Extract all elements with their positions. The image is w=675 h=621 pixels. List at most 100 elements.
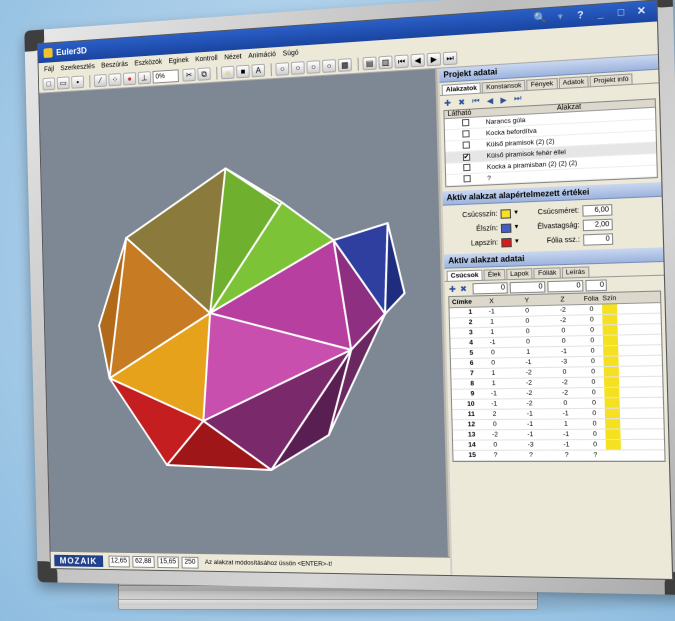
color-tool-icon[interactable]: ●	[123, 72, 137, 86]
edge-thickness-input[interactable]: 2,00	[582, 218, 613, 231]
color-cell	[603, 356, 619, 367]
status-hint: Az alakzat módosításához üssön <ENTER>-t…	[204, 558, 333, 568]
menu-control[interactable]: Kontroll	[195, 55, 218, 63]
tab-description[interactable]: Leírás	[561, 266, 590, 278]
coord-x-input[interactable]: 12,65	[107, 555, 130, 568]
save-icon[interactable]: ▪	[71, 75, 85, 89]
table-row[interactable]: 13 -2 -1 -1 0	[452, 429, 664, 441]
close-button[interactable]: ✕	[633, 4, 651, 20]
side-panel: Projekt adatai Alakzatok Konstansok Fény…	[439, 55, 673, 579]
filter-z-input[interactable]: 0	[547, 279, 584, 292]
vertex-color-swatch[interactable]	[500, 208, 512, 219]
zoom-input[interactable]: 0%	[152, 69, 179, 84]
tab-lights[interactable]: Fények	[526, 77, 558, 91]
remove-icon[interactable]: ✖	[460, 284, 467, 293]
menu-edit[interactable]: Szerkesztés	[60, 63, 95, 72]
coord-y-input[interactable]: 62,88	[132, 555, 155, 568]
minimize-button[interactable]: _	[592, 7, 609, 23]
3d-viewport[interactable]	[39, 68, 451, 576]
color-cell	[601, 304, 618, 314]
coord-z-input[interactable]: 15,65	[156, 555, 180, 568]
table-row[interactable]: 14 0 -3 -1 0	[453, 439, 665, 451]
sphere-icon-1[interactable]: ○	[275, 62, 290, 76]
scatter-tool-icon[interactable]: ⁘	[108, 73, 122, 87]
visible-checkbox[interactable]	[462, 140, 470, 149]
open-folder-icon[interactable]: ▭	[56, 76, 70, 90]
light-icon[interactable]: ☼	[220, 65, 235, 80]
table-icon[interactable]: ▥	[378, 55, 393, 70]
first-icon[interactable]: ⏮	[472, 96, 480, 107]
tab-faces[interactable]: Lapok	[505, 268, 534, 280]
last-icon[interactable]: ⏭	[442, 51, 458, 66]
sphere-icon-4[interactable]: ○	[322, 59, 337, 73]
next-icon[interactable]: ▶	[426, 52, 442, 67]
prev-icon[interactable]: ◀	[487, 96, 494, 106]
color-cell	[602, 325, 618, 335]
color-cell	[606, 450, 621, 459]
visible-checkbox[interactable]	[461, 129, 470, 138]
chevron-down-icon[interactable]: ▼	[513, 224, 519, 230]
help-button[interactable]: ?	[572, 8, 589, 24]
sphere-icon-3[interactable]: ○	[306, 60, 321, 74]
color-cell	[602, 335, 619, 346]
color-cell	[603, 377, 620, 387]
color-cell	[605, 419, 621, 429]
color-cell	[604, 387, 620, 398]
cut-icon[interactable]: ✂	[182, 68, 196, 82]
menu-insert[interactable]: Beszúrás	[101, 61, 128, 70]
text-icon[interactable]: A	[251, 63, 266, 78]
first-icon[interactable]: ⏮	[394, 54, 409, 69]
maximize-button[interactable]: □	[612, 6, 630, 22]
line-tool-icon[interactable]: ⁄	[93, 74, 107, 88]
app-icon	[43, 47, 53, 59]
filter-foil-input[interactable]: 0	[585, 278, 608, 291]
add-icon[interactable]: ✚	[444, 98, 451, 108]
last-icon[interactable]: ⏭	[514, 93, 522, 104]
zoom-icon[interactable]: 🔍	[532, 11, 549, 27]
add-icon[interactable]: ✚	[449, 284, 456, 293]
app-screen: Euler3D 🔍 ♆ ? _ □ ✕ Fájl Szerkesztés Bes…	[37, 0, 674, 580]
tab-vertices[interactable]: Csúcsok	[446, 269, 483, 281]
visible-checkbox[interactable]: ✔	[462, 153, 470, 161]
foil-number-input[interactable]: 0	[582, 232, 614, 246]
edge-color-swatch[interactable]	[500, 223, 512, 233]
chevron-down-icon[interactable]: ▼	[513, 210, 519, 216]
chevron-down-icon[interactable]: ▼	[514, 239, 520, 245]
color-cell	[605, 440, 621, 450]
main-area: MOZAIK 12,65 62,88 15,65 250 Az alakzat …	[39, 55, 673, 579]
tab-edges[interactable]: Élek	[483, 268, 506, 280]
filter-x-input[interactable]: 0	[472, 281, 509, 294]
remove-icon[interactable]: ✖	[458, 97, 465, 107]
tab-data[interactable]: Adatok	[558, 76, 589, 89]
vertex-size-input[interactable]: 6,00	[582, 203, 613, 217]
menu-units[interactable]: Eginek	[169, 56, 189, 64]
tab-foils[interactable]: Fóliák	[533, 267, 561, 279]
filter-y-input[interactable]: 0	[510, 280, 546, 293]
color-cell	[602, 314, 618, 325]
color-cell	[605, 429, 621, 440]
chart-icon[interactable]: ▤	[362, 56, 377, 71]
visible-checkbox[interactable]	[462, 163, 470, 171]
next-icon[interactable]: ▶	[500, 95, 507, 105]
visible-checkbox[interactable]	[461, 118, 469, 126]
visible-checkbox[interactable]	[462, 174, 471, 182]
sphere-icon-2[interactable]: ○	[290, 61, 305, 75]
shade-icon[interactable]: ■	[236, 64, 250, 79]
prev-icon[interactable]: ◀	[410, 53, 425, 68]
table-row[interactable]: 15????	[453, 450, 665, 462]
color-cell	[604, 408, 621, 419]
menu-file[interactable]: Fájl	[44, 65, 54, 72]
menu-help[interactable]: Súgó	[283, 49, 299, 57]
shapes-list: Látható Alakzat Narancs gúla Kocka beford…	[443, 98, 658, 188]
vertex-table: Címke X Y Z Fólia Szín 1 -1 0 -2 0 2 1 0 -2 0 3 1 0 0…	[448, 290, 666, 463]
copy-icon[interactable]: ⧉	[197, 67, 211, 81]
face-color-swatch[interactable]	[501, 237, 512, 247]
new-file-icon[interactable]: □	[42, 77, 56, 91]
coord-scale-input[interactable]: 250	[181, 556, 199, 569]
menu-animation[interactable]: Animáció	[248, 51, 276, 60]
menu-tools[interactable]: Eszközök	[134, 58, 162, 67]
pin-icon[interactable]: ♆	[552, 10, 569, 26]
grid-view-icon[interactable]: ▦	[337, 58, 352, 72]
axis-tool-icon[interactable]: ⊥	[137, 71, 151, 85]
menu-view[interactable]: Nézet	[224, 53, 242, 61]
